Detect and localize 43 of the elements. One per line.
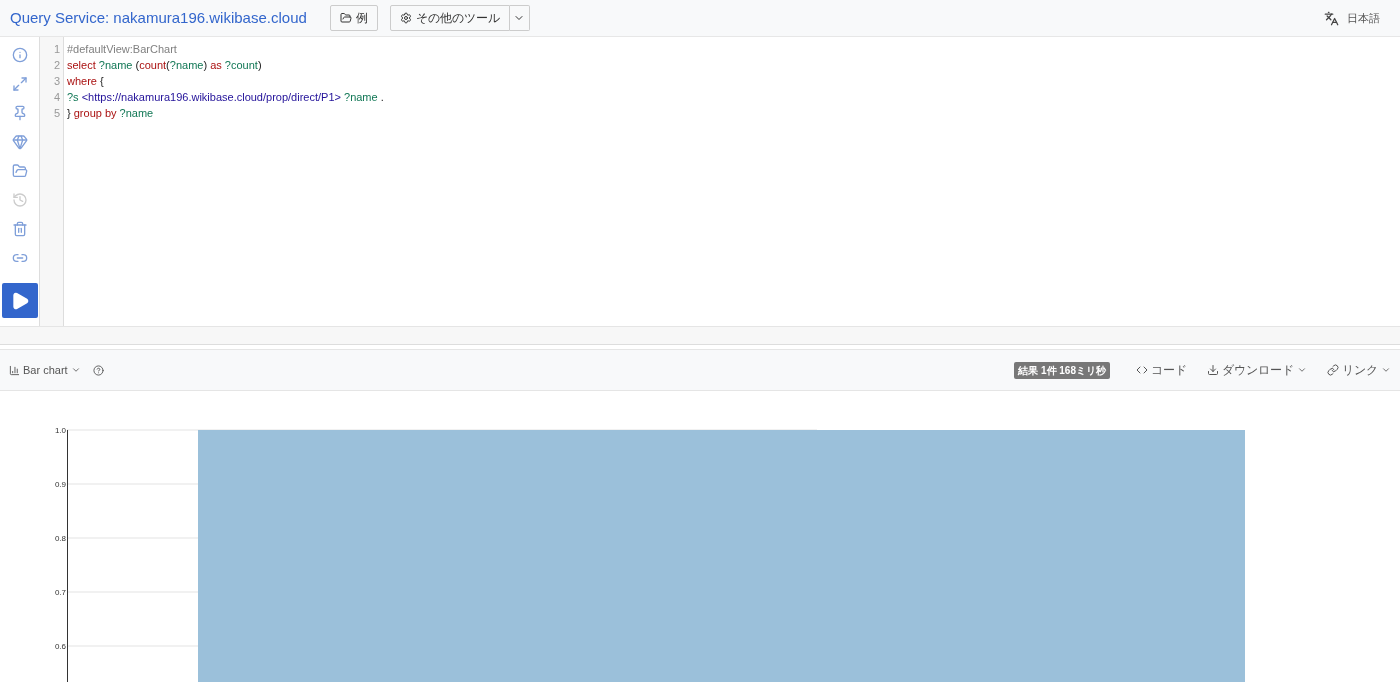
code-line: select ?name (count(?name) as ?count) [67, 58, 263, 73]
folder-icon [339, 12, 352, 24]
app-title[interactable]: Query Service: nakamura196.wikibase.cloud [10, 6, 307, 30]
code-line: where { [67, 74, 105, 89]
code-line: #defaultView:BarChart [67, 42, 178, 57]
view-menu[interactable]: Bar chart [9, 361, 81, 379]
line-number: 3 [52, 74, 60, 89]
code-link[interactable]: コード [1136, 361, 1187, 379]
language-icon[interactable] [1324, 10, 1339, 26]
line-number: 4 [52, 90, 60, 105]
tools-button[interactable]: その他のツール [389, 5, 510, 31]
gear-icon [399, 12, 412, 24]
language-selector[interactable]: 日本語 [1347, 9, 1380, 27]
link-icon [1327, 364, 1339, 376]
code-editor[interactable]: #defaultView:BarChart select ?name (count(?name) as ?count) where { ?s <https://nakamura196.wikibase.cloud/prop/direct/P1> ?name . } group by ?name [64, 37, 1400, 326]
bar-chart-icon [9, 364, 20, 376]
folder-icon[interactable] [11, 163, 28, 179]
code-line: } group by ?name [67, 106, 155, 121]
download-menu[interactable]: ダウンロード [1207, 361, 1307, 379]
y-tick-label: 0.7 [54, 588, 66, 597]
line-number: 1 [52, 42, 60, 57]
result-badge: 結果 1件 168ミリ秒 [1014, 361, 1110, 379]
tools-dropdown-button[interactable] [509, 5, 530, 31]
caret-icon [1381, 365, 1391, 375]
y-tick-label: 1.0 [54, 426, 66, 435]
link-menu[interactable]: リンク [1327, 361, 1391, 379]
trash-icon[interactable] [11, 221, 28, 237]
info-icon[interactable] [11, 47, 28, 63]
y-tick-label: 0.6 [54, 642, 66, 651]
caret-icon [70, 365, 81, 375]
diamond-icon[interactable] [11, 134, 28, 150]
expand-icon[interactable] [11, 76, 28, 92]
run-button[interactable] [1, 283, 38, 318]
y-tick-label: 0.9 [54, 480, 66, 489]
help-icon[interactable] [92, 364, 104, 376]
y-tick-label: 0.8 [54, 534, 66, 543]
code-icon [1136, 364, 1148, 376]
code-line: ?s <https://nakamura196.wikibase.cloud/prop/direct/P1> ?name . [67, 90, 385, 105]
line-number: 5 [52, 106, 60, 121]
caret-icon [1297, 365, 1307, 375]
examples-button[interactable]: 例 [329, 5, 378, 31]
download-icon [1207, 364, 1219, 376]
line-number: 2 [52, 58, 60, 73]
